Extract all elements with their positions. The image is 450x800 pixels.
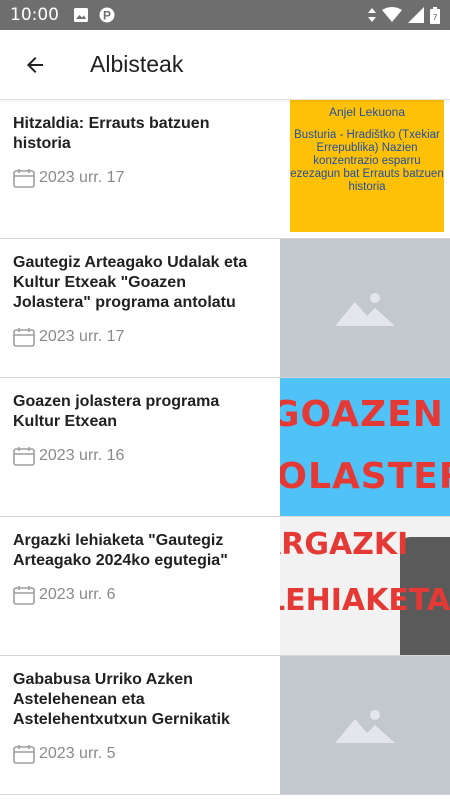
data-arrows-icon bbox=[368, 8, 376, 22]
goazen-jolastera-image: GOAZEN JOLASTERA bbox=[280, 378, 450, 516]
argazki-lehiaketa-image: ARGAZKI LEHIAKETA bbox=[280, 517, 450, 655]
news-date-text: 2023 urr. 5 bbox=[39, 745, 116, 762]
image-placeholder bbox=[280, 239, 450, 377]
news-date: 2023 urr. 5 bbox=[13, 744, 268, 764]
poster-text: Busturia - Hradištko (Txekiar Errepublik… bbox=[290, 129, 444, 193]
news-title: Gababusa Urriko Azken Astelehenean eta A… bbox=[13, 671, 230, 728]
image-placeholder-icon bbox=[335, 293, 395, 326]
poster-name: Anjel Lekuona bbox=[328, 105, 406, 119]
app-bar: Albisteak bbox=[0, 30, 450, 100]
cell-signal-icon bbox=[408, 7, 424, 23]
news-date-text: 2023 urr. 17 bbox=[39, 328, 125, 345]
news-item[interactable]: Argazki lehiaketa "Gautegiz Arteagako 20… bbox=[0, 517, 450, 656]
image-icon bbox=[73, 7, 89, 23]
news-title: Gautegiz Arteagako Udalak eta Kultur Etx… bbox=[13, 254, 248, 311]
news-thumbnail: Anjel Lekuona Busturia - Hradištko (Txek… bbox=[280, 100, 450, 238]
back-button[interactable] bbox=[0, 30, 70, 100]
calendar-icon bbox=[13, 745, 35, 764]
news-date-text: 2023 urr. 6 bbox=[39, 586, 116, 603]
news-title: Hitzaldia: Errauts batzuen historia bbox=[13, 115, 210, 152]
status-notification-icons: P bbox=[73, 7, 115, 23]
calendar-icon bbox=[13, 447, 35, 466]
news-date: 2023 urr. 17 bbox=[13, 168, 268, 188]
news-thumbnail: ARGAZKI LEHIAKETA bbox=[280, 517, 450, 655]
page-title: Albisteak bbox=[90, 51, 184, 77]
calendar-icon bbox=[13, 328, 35, 347]
image-text-line: JOLASTERA bbox=[280, 456, 450, 497]
arrow-left-icon bbox=[27, 56, 43, 73]
news-thumbnail bbox=[280, 239, 450, 377]
news-item[interactable]: Gautegiz Arteagako Udalak eta Kultur Etx… bbox=[0, 239, 450, 378]
image-text-line: LEHIAKETA bbox=[280, 583, 450, 618]
news-item[interactable]: Hitzaldia: Errauts batzuen historia 2023… bbox=[0, 100, 450, 239]
wifi-signal-icon bbox=[382, 7, 402, 23]
lecture-poster-image: Anjel Lekuona Busturia - Hradištko (Txek… bbox=[280, 100, 450, 238]
news-item[interactable]: Goazen jolastera programa Kultur Etxean … bbox=[0, 378, 450, 517]
status-system-icons: 7 bbox=[368, 6, 440, 24]
parking-p-icon: P bbox=[99, 7, 115, 23]
news-title: Goazen jolastera programa Kultur Etxean bbox=[13, 393, 220, 430]
news-date-text: 2023 urr. 17 bbox=[39, 169, 125, 186]
news-date: 2023 urr. 6 bbox=[13, 585, 268, 605]
svg-text:7: 7 bbox=[432, 13, 437, 22]
image-placeholder bbox=[280, 656, 450, 794]
image-placeholder-icon bbox=[335, 710, 395, 743]
image-text-line: ARGAZKI bbox=[280, 527, 409, 562]
news-item[interactable]: Gababusa Urriko Azken Astelehenean eta A… bbox=[0, 656, 450, 795]
calendar-icon bbox=[13, 586, 35, 605]
battery-icon: 7 bbox=[430, 6, 440, 24]
news-thumbnail bbox=[280, 656, 450, 794]
news-title: Argazki lehiaketa "Gautegiz Arteagako 20… bbox=[13, 532, 228, 569]
image-text-line: GOAZEN bbox=[280, 394, 444, 435]
calendar-icon bbox=[13, 169, 35, 188]
status-time: 10:00 bbox=[10, 5, 59, 25]
status-bar: 10:00 P 7 bbox=[0, 0, 450, 30]
svg-text:P: P bbox=[103, 9, 111, 23]
news-list[interactable]: Hitzaldia: Errauts batzuen historia 2023… bbox=[0, 100, 450, 800]
news-thumbnail: GOAZEN JOLASTERA bbox=[280, 378, 450, 516]
news-date: 2023 urr. 17 bbox=[13, 327, 268, 347]
news-date-text: 2023 urr. 16 bbox=[39, 447, 125, 464]
news-date: 2023 urr. 16 bbox=[13, 446, 268, 466]
